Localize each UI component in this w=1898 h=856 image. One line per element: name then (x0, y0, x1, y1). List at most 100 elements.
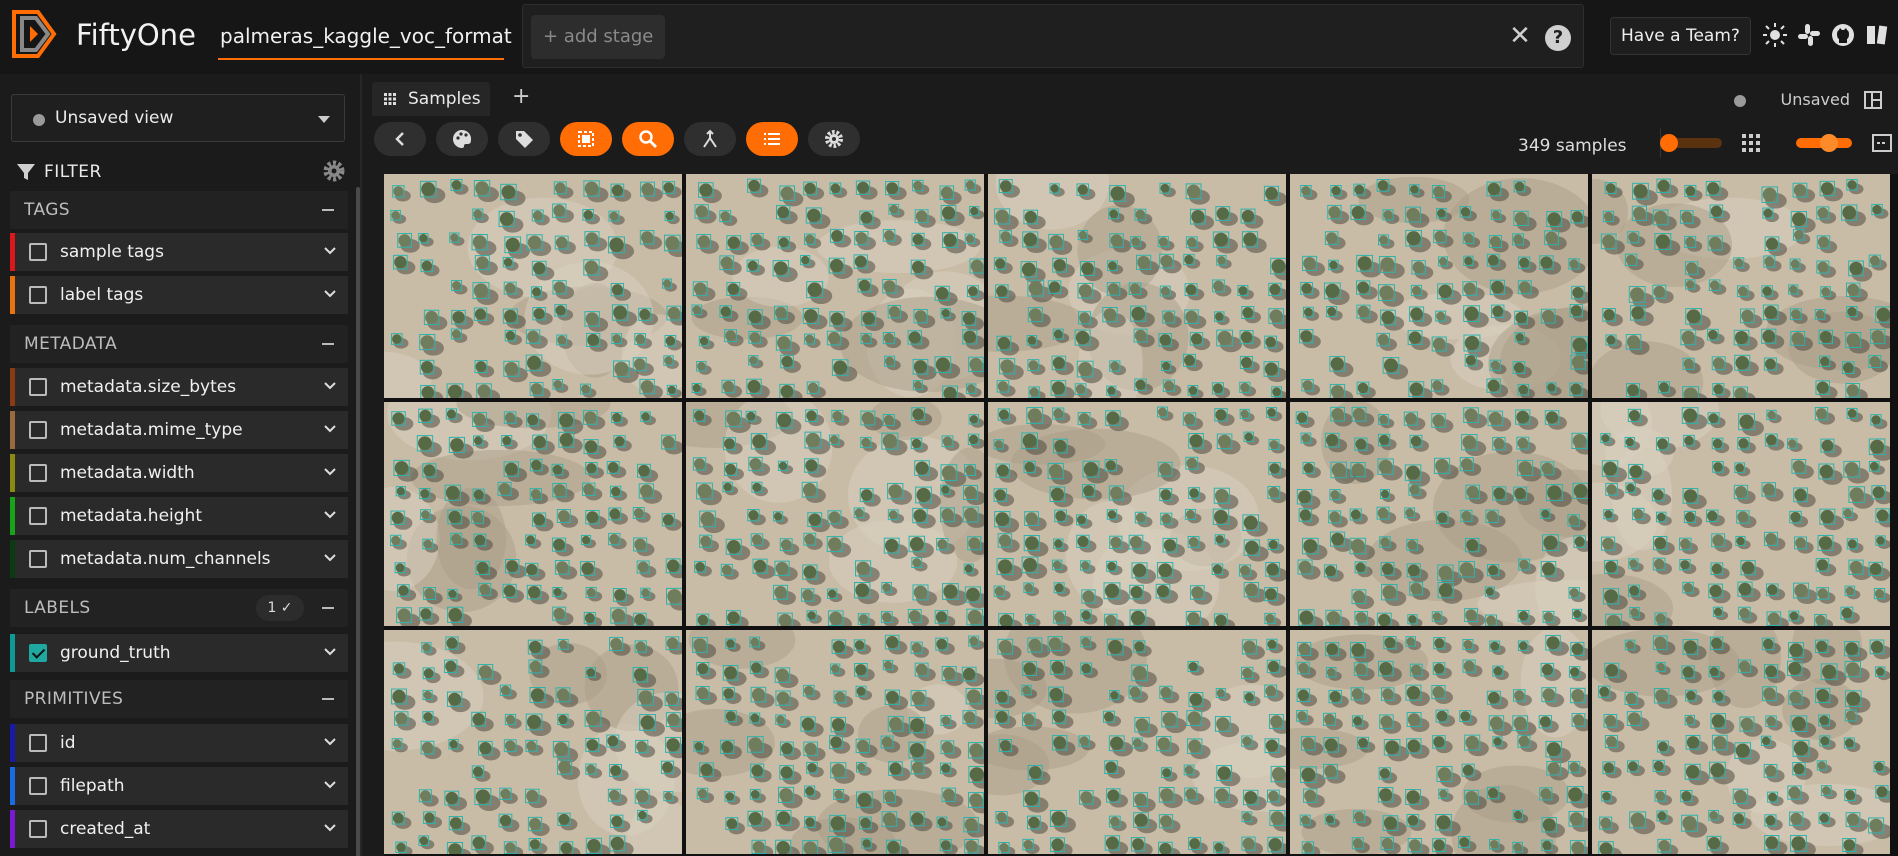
grid-size-icon[interactable] (1742, 134, 1760, 152)
chevron-down-icon[interactable] (322, 464, 338, 480)
chevron-down-icon[interactable] (322, 734, 338, 750)
field-row-height[interactable]: metadata.height (10, 497, 348, 535)
chevron-down-icon[interactable] (322, 550, 338, 566)
gear-icon (825, 130, 843, 148)
sample-thumbnail[interactable] (686, 174, 984, 398)
gear-icon[interactable] (322, 159, 346, 183)
sort-list-button[interactable] (746, 122, 798, 156)
sample-thumbnail[interactable] (1592, 402, 1890, 626)
caret-down-icon (318, 116, 330, 123)
collapse-icon[interactable] (322, 343, 334, 345)
field-row-created-at[interactable]: created_at (10, 810, 348, 848)
group-label: METADATA (24, 334, 118, 354)
field-label: created_at (60, 819, 151, 839)
tab-samples[interactable]: Samples (372, 82, 490, 116)
sample-thumbnail[interactable] (988, 402, 1286, 626)
sample-thumbnail[interactable] (384, 402, 682, 626)
field-row-ground-truth[interactable]: ground_truth (10, 634, 348, 672)
sample-thumbnail[interactable] (686, 630, 984, 854)
saved-view-selector[interactable]: Unsaved view (11, 94, 345, 142)
field-label: id (60, 733, 76, 753)
merge-button[interactable] (684, 122, 736, 156)
field-row-size-bytes[interactable]: metadata.size_bytes (10, 368, 348, 406)
field-row-sample-tags[interactable]: sample tags (10, 233, 348, 271)
add-panel-button[interactable]: + (512, 84, 530, 109)
labels-count-badge[interactable]: 1 ✓ (256, 595, 304, 621)
dataset-selector[interactable]: palmeras_kaggle_voc_format (218, 14, 512, 60)
sample-thumbnail[interactable] (1290, 174, 1588, 398)
clear-view-icon[interactable]: ✕ (1507, 23, 1533, 49)
field-row-mime-type[interactable]: metadata.mime_type (10, 411, 348, 449)
top-header: FiftyOne palmeras_kaggle_voc_format + ad… (0, 0, 1898, 74)
field-row-num-channels[interactable]: metadata.num_channels (10, 540, 348, 578)
collapse-icon[interactable] (322, 698, 334, 700)
field-checkbox[interactable] (29, 286, 47, 304)
zoom-slider-knob[interactable] (1660, 134, 1678, 152)
field-row-id[interactable]: id (10, 724, 348, 762)
sample-thumbnail[interactable] (988, 174, 1286, 398)
field-checkbox[interactable] (29, 734, 47, 752)
sample-thumbnail[interactable] (1290, 402, 1588, 626)
settings-button[interactable] (808, 122, 860, 156)
field-checkbox[interactable] (29, 378, 47, 396)
field-checkbox[interactable] (29, 243, 47, 261)
field-checkbox[interactable] (29, 777, 47, 795)
field-checkbox[interactable] (29, 820, 47, 838)
search-icon (639, 130, 657, 148)
field-checkbox-checked[interactable] (29, 644, 47, 662)
fullscreen-icon[interactable] (1872, 134, 1892, 152)
slack-icon[interactable] (1796, 22, 1822, 48)
have-a-team-button[interactable]: Have a Team? (1610, 17, 1751, 55)
field-checkbox[interactable] (29, 507, 47, 525)
chevron-down-icon[interactable] (322, 378, 338, 394)
chevron-down-icon[interactable] (322, 820, 338, 836)
sample-thumbnail[interactable] (1592, 174, 1890, 398)
field-label: label tags (60, 285, 144, 305)
group-labels[interactable]: LABELS 1 ✓ (10, 589, 348, 627)
theme-toggle-icon[interactable] (1762, 22, 1788, 48)
field-checkbox[interactable] (29, 421, 47, 439)
sample-thumbnail[interactable] (988, 630, 1286, 854)
sample-count: 349 samples (1518, 136, 1627, 156)
help-icon[interactable]: ? (1545, 25, 1571, 51)
docs-icon[interactable] (1864, 22, 1890, 48)
grid-size-slider-knob[interactable] (1820, 134, 1838, 152)
sample-thumbnail[interactable] (384, 630, 682, 854)
chevron-down-icon[interactable] (322, 286, 338, 302)
group-metadata[interactable]: METADATA (10, 325, 348, 363)
group-primitives[interactable]: PRIMITIVES (10, 680, 348, 718)
brand-title[interactable]: FiftyOne (76, 18, 196, 52)
color-scheme-button[interactable] (436, 122, 488, 156)
sidebar-scrollbar[interactable] (356, 187, 360, 856)
layout-icon[interactable] (1864, 91, 1882, 109)
fiftyone-logo[interactable] (8, 8, 60, 60)
sample-thumbnail[interactable] (384, 174, 682, 398)
group-tags[interactable]: TAGS (10, 191, 348, 229)
sample-thumbnail[interactable] (1290, 630, 1588, 854)
back-button[interactable] (374, 122, 426, 156)
chevron-down-icon[interactable] (322, 777, 338, 793)
similarity-search-button[interactable] (622, 122, 674, 156)
tag-button[interactable] (498, 122, 550, 156)
list-icon (764, 133, 780, 145)
field-row-width[interactable]: metadata.width (10, 454, 348, 492)
palette-icon (453, 129, 472, 148)
field-checkbox[interactable] (29, 464, 47, 482)
field-row-filepath[interactable]: filepath (10, 767, 348, 805)
view-bar[interactable]: + add stage ✕ ? (522, 4, 1584, 68)
field-row-label-tags[interactable]: label tags (10, 276, 348, 314)
chevron-down-icon[interactable] (322, 644, 338, 660)
chevron-down-icon[interactable] (322, 421, 338, 437)
sample-thumbnail[interactable] (686, 402, 984, 626)
field-label: metadata.mime_type (60, 420, 243, 440)
add-stage-button[interactable]: + add stage (531, 15, 666, 59)
collapse-icon[interactable] (322, 607, 334, 609)
chevron-down-icon[interactable] (322, 243, 338, 259)
github-icon[interactable] (1830, 22, 1856, 48)
collapse-icon[interactable] (322, 209, 334, 211)
chevron-left-icon (395, 132, 404, 146)
field-checkbox[interactable] (29, 550, 47, 568)
chevron-down-icon[interactable] (322, 507, 338, 523)
patches-button[interactable] (560, 122, 612, 156)
sample-thumbnail[interactable] (1592, 630, 1890, 854)
